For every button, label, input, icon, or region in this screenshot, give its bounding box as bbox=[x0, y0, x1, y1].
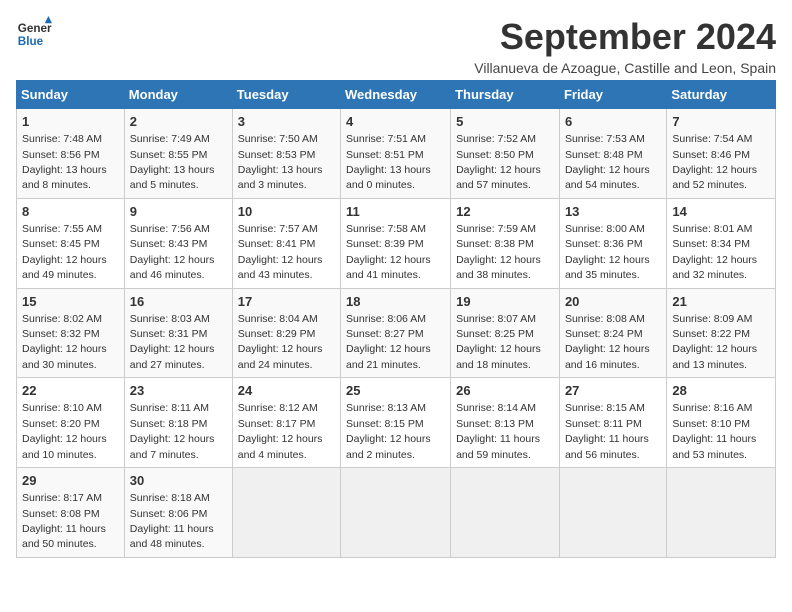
day-25: 25 Sunrise: 8:13 AMSunset: 8:15 PMDaylig… bbox=[341, 378, 451, 468]
day-20: 20 Sunrise: 8:08 AMSunset: 8:24 PMDaylig… bbox=[559, 288, 666, 378]
calendar-header-row: Sunday Monday Tuesday Wednesday Thursday… bbox=[17, 81, 776, 109]
empty-cell-2 bbox=[341, 468, 451, 558]
col-monday: Monday bbox=[124, 81, 232, 109]
calendar-week-3: 15 Sunrise: 8:02 AMSunset: 8:32 PMDaylig… bbox=[17, 288, 776, 378]
calendar-week-4: 22 Sunrise: 8:10 AMSunset: 8:20 PMDaylig… bbox=[17, 378, 776, 468]
page-header: General Blue September 2024 Villanueva d… bbox=[16, 16, 776, 76]
day-10: 10 Sunrise: 7:57 AMSunset: 8:41 PMDaylig… bbox=[232, 198, 340, 288]
empty-cell-3 bbox=[451, 468, 560, 558]
calendar-week-1: 1 Sunrise: 7:48 AMSunset: 8:56 PMDayligh… bbox=[17, 109, 776, 199]
empty-cell-1 bbox=[232, 468, 340, 558]
col-saturday: Saturday bbox=[667, 81, 776, 109]
empty-cell-5 bbox=[667, 468, 776, 558]
day-22: 22 Sunrise: 8:10 AMSunset: 8:20 PMDaylig… bbox=[17, 378, 125, 468]
location-subtitle: Villanueva de Azoague, Castille and Leon… bbox=[474, 60, 776, 76]
day-13: 13 Sunrise: 8:00 AMSunset: 8:36 PMDaylig… bbox=[559, 198, 666, 288]
day-7: 7 Sunrise: 7:54 AMSunset: 8:46 PMDayligh… bbox=[667, 109, 776, 199]
col-wednesday: Wednesday bbox=[341, 81, 451, 109]
day-4: 4 Sunrise: 7:51 AMSunset: 8:51 PMDayligh… bbox=[341, 109, 451, 199]
day-15: 15 Sunrise: 8:02 AMSunset: 8:32 PMDaylig… bbox=[17, 288, 125, 378]
day-27: 27 Sunrise: 8:15 AMSunset: 8:11 PMDaylig… bbox=[559, 378, 666, 468]
col-sunday: Sunday bbox=[17, 81, 125, 109]
col-friday: Friday bbox=[559, 81, 666, 109]
day-1: 1 Sunrise: 7:48 AMSunset: 8:56 PMDayligh… bbox=[17, 109, 125, 199]
day-21: 21 Sunrise: 8:09 AMSunset: 8:22 PMDaylig… bbox=[667, 288, 776, 378]
svg-text:Blue: Blue bbox=[18, 35, 44, 48]
day-14: 14 Sunrise: 8:01 AMSunset: 8:34 PMDaylig… bbox=[667, 198, 776, 288]
day-5: 5 Sunrise: 7:52 AMSunset: 8:50 PMDayligh… bbox=[451, 109, 560, 199]
day-28: 28 Sunrise: 8:16 AMSunset: 8:10 PMDaylig… bbox=[667, 378, 776, 468]
day-2: 2 Sunrise: 7:49 AMSunset: 8:55 PMDayligh… bbox=[124, 109, 232, 199]
logo: General Blue bbox=[16, 16, 52, 52]
day-24: 24 Sunrise: 8:12 AMSunset: 8:17 PMDaylig… bbox=[232, 378, 340, 468]
logo-icon: General Blue bbox=[16, 16, 52, 52]
day-19: 19 Sunrise: 8:07 AMSunset: 8:25 PMDaylig… bbox=[451, 288, 560, 378]
day-8: 8 Sunrise: 7:55 AMSunset: 8:45 PMDayligh… bbox=[17, 198, 125, 288]
day-6: 6 Sunrise: 7:53 AMSunset: 8:48 PMDayligh… bbox=[559, 109, 666, 199]
col-tuesday: Tuesday bbox=[232, 81, 340, 109]
calendar-table: Sunday Monday Tuesday Wednesday Thursday… bbox=[16, 80, 776, 558]
month-title: September 2024 bbox=[474, 16, 776, 58]
day-12: 12 Sunrise: 7:59 AMSunset: 8:38 PMDaylig… bbox=[451, 198, 560, 288]
calendar-week-2: 8 Sunrise: 7:55 AMSunset: 8:45 PMDayligh… bbox=[17, 198, 776, 288]
day-17: 17 Sunrise: 8:04 AMSunset: 8:29 PMDaylig… bbox=[232, 288, 340, 378]
day-29: 29 Sunrise: 8:17 AMSunset: 8:08 PMDaylig… bbox=[17, 468, 125, 558]
day-3: 3 Sunrise: 7:50 AMSunset: 8:53 PMDayligh… bbox=[232, 109, 340, 199]
day-16: 16 Sunrise: 8:03 AMSunset: 8:31 PMDaylig… bbox=[124, 288, 232, 378]
title-block: September 2024 Villanueva de Azoague, Ca… bbox=[474, 16, 776, 76]
col-thursday: Thursday bbox=[451, 81, 560, 109]
day-23: 23 Sunrise: 8:11 AMSunset: 8:18 PMDaylig… bbox=[124, 378, 232, 468]
day-26: 26 Sunrise: 8:14 AMSunset: 8:13 PMDaylig… bbox=[451, 378, 560, 468]
day-11: 11 Sunrise: 7:58 AMSunset: 8:39 PMDaylig… bbox=[341, 198, 451, 288]
day-30: 30 Sunrise: 8:18 AMSunset: 8:06 PMDaylig… bbox=[124, 468, 232, 558]
day-9: 9 Sunrise: 7:56 AMSunset: 8:43 PMDayligh… bbox=[124, 198, 232, 288]
svg-text:General: General bbox=[18, 22, 52, 35]
empty-cell-4 bbox=[559, 468, 666, 558]
calendar-week-5: 29 Sunrise: 8:17 AMSunset: 8:08 PMDaylig… bbox=[17, 468, 776, 558]
day-18: 18 Sunrise: 8:06 AMSunset: 8:27 PMDaylig… bbox=[341, 288, 451, 378]
